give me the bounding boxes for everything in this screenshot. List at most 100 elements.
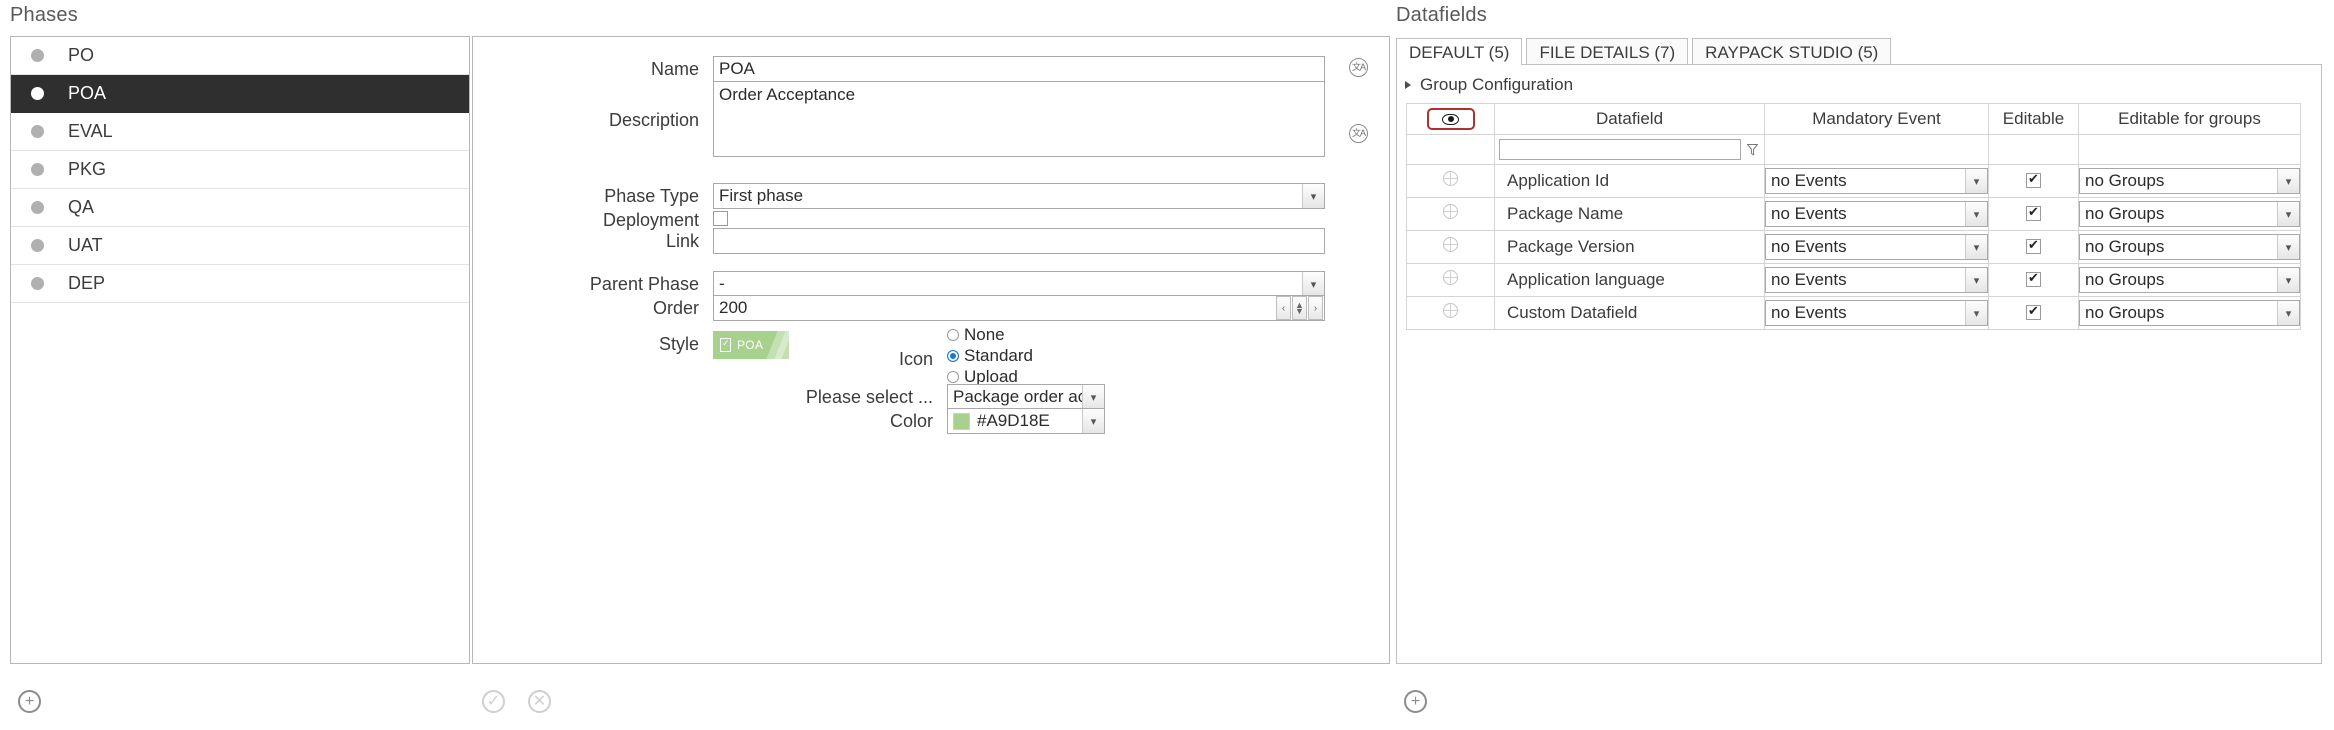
mandatory-event-value[interactable]: no Events (1765, 168, 1988, 194)
editable-groups-select[interactable]: no Groups ▾ (2079, 267, 2300, 293)
mandatory-event-value[interactable]: no Events (1765, 201, 1988, 227)
mandatory-event-select[interactable]: no Events ▾ (1765, 201, 1988, 227)
editable-checkbox[interactable] (2026, 272, 2041, 287)
order-prev-button[interactable]: ‹ (1276, 296, 1291, 320)
tab-file-details[interactable]: FILE DETAILS (7) (1526, 38, 1688, 65)
order-stepper[interactable]: 200 ‹ ▲ ▼ › (713, 295, 1325, 321)
editable-groups-value[interactable]: no Groups (2079, 300, 2300, 326)
chevron-down-icon[interactable]: ▾ (2277, 268, 2299, 292)
editable-checkbox[interactable] (2026, 305, 2041, 320)
phase-type-select[interactable]: First phase ▾ (713, 183, 1325, 209)
tab-raypack-studio[interactable]: RAYPACK STUDIO (5) (1692, 38, 1891, 65)
chevron-down-icon[interactable]: ▾ (1302, 184, 1324, 208)
mandatory-event-value[interactable]: no Events (1765, 234, 1988, 260)
table-row[interactable]: Application language no Events ▾ no Grou… (1407, 264, 2301, 297)
color-select[interactable]: #A9D18E ▾ (947, 408, 1105, 434)
mandatory-event-select[interactable]: no Events ▾ (1765, 267, 1988, 293)
globe-icon[interactable] (1443, 303, 1458, 318)
radio-icon-selected[interactable] (947, 350, 959, 362)
mandatory-event-select[interactable]: no Events ▾ (1765, 234, 1988, 260)
mandatory-event-value[interactable]: no Events (1765, 267, 1988, 293)
row-groups-cell: no Groups ▾ (2079, 165, 2301, 198)
description-textarea[interactable] (713, 81, 1325, 157)
parent-phase-value[interactable]: - (713, 271, 1325, 297)
order-next-button[interactable]: › (1308, 296, 1323, 320)
globe-icon[interactable] (1443, 204, 1458, 219)
eye-icon-button[interactable] (1427, 108, 1475, 130)
chevron-down-icon[interactable]: ▾ (1965, 268, 1987, 292)
tab-default[interactable]: DEFAULT (5) (1396, 38, 1522, 65)
deployment-checkbox[interactable] (713, 211, 728, 226)
col-mandatory-event[interactable]: Mandatory Event (1765, 104, 1989, 135)
phase-row[interactable]: QA (11, 189, 469, 227)
editable-groups-select[interactable]: no Groups ▾ (2079, 234, 2300, 260)
datafield-filter-input[interactable] (1499, 139, 1741, 160)
chevron-down-icon[interactable]: ▾ (1302, 272, 1324, 296)
confirm-button[interactable]: ✓ (482, 690, 505, 713)
chevron-down-icon[interactable]: ▾ (1965, 169, 1987, 193)
order-label: Order (473, 295, 713, 321)
phase-row[interactable]: EVAL (11, 113, 469, 151)
phase-row[interactable]: PKG (11, 151, 469, 189)
chevron-down-icon[interactable]: ▾ (1082, 409, 1104, 433)
phase-row[interactable]: POA (11, 75, 469, 113)
chevron-down-icon[interactable]: ▾ (1965, 301, 1987, 325)
table-row[interactable]: Package Name no Events ▾ no Groups ▾ (1407, 198, 2301, 231)
order-updown-button[interactable]: ▲ ▼ (1292, 296, 1307, 320)
globe-icon[interactable] (1443, 171, 1458, 186)
editable-groups-value[interactable]: no Groups (2079, 234, 2300, 260)
chevron-down-icon[interactable]: ▾ (2277, 202, 2299, 226)
filter-icon[interactable] (1746, 144, 1759, 156)
translate-icon[interactable]: 文A (1349, 58, 1368, 77)
editable-groups-select[interactable]: no Groups ▾ (2079, 300, 2300, 326)
cancel-button[interactable]: ✕ (528, 690, 551, 713)
editable-groups-value[interactable]: no Groups (2079, 267, 2300, 293)
phase-type-value[interactable]: First phase (713, 183, 1325, 209)
phase-row[interactable]: UAT (11, 227, 469, 265)
order-value[interactable]: 200 (714, 296, 1276, 320)
phase-row[interactable]: DEP (11, 265, 469, 303)
chevron-down-icon[interactable]: ▾ (1082, 385, 1104, 409)
editable-checkbox[interactable] (2026, 239, 2041, 254)
caret-down-icon[interactable]: ▼ (1295, 308, 1304, 314)
col-editable[interactable]: Editable (1989, 104, 2079, 135)
chevron-down-icon[interactable]: ▾ (2277, 169, 2299, 193)
add-datafield-button[interactable]: + (1404, 690, 1427, 713)
icon-radio-group[interactable]: None Standard Upload (947, 325, 1033, 387)
chevron-down-icon[interactable]: ▾ (1965, 235, 1987, 259)
table-row[interactable]: Application Id no Events ▾ no Groups ▾ (1407, 165, 2301, 198)
radio-icon[interactable] (947, 329, 959, 341)
mandatory-event-select[interactable]: no Events ▾ (1765, 168, 1988, 194)
icon-option-standard[interactable]: Standard (947, 346, 1033, 366)
datafields-table: Datafield Mandatory Event Editable Edita… (1406, 103, 2301, 330)
editable-groups-select[interactable]: no Groups ▾ (2079, 201, 2300, 227)
icon-select[interactable]: Package order acceptance ▾ (947, 384, 1105, 410)
col-datafield[interactable]: Datafield (1495, 104, 1765, 135)
chevron-down-icon[interactable]: ▾ (2277, 235, 2299, 259)
group-configuration-toggle[interactable]: Group Configuration (1397, 65, 2321, 103)
row-editable-cell (1989, 264, 2079, 297)
link-input[interactable] (713, 228, 1325, 254)
style-preview-badge[interactable]: POA (713, 331, 789, 359)
editable-checkbox[interactable] (2026, 206, 2041, 221)
editable-groups-value[interactable]: no Groups (2079, 168, 2300, 194)
chevron-down-icon[interactable]: ▾ (2277, 301, 2299, 325)
col-editable-for-groups[interactable]: Editable for groups (2079, 104, 2301, 135)
editable-checkbox[interactable] (2026, 173, 2041, 188)
translate-icon[interactable]: 文A (1349, 124, 1368, 143)
phase-row[interactable]: PO (11, 37, 469, 75)
table-row[interactable]: Custom Datafield no Events ▾ no Groups ▾ (1407, 297, 2301, 330)
table-row[interactable]: Package Version no Events ▾ no Groups ▾ (1407, 231, 2301, 264)
mandatory-event-value[interactable]: no Events (1765, 300, 1988, 326)
editable-groups-value[interactable]: no Groups (2079, 201, 2300, 227)
mandatory-event-select[interactable]: no Events ▾ (1765, 300, 1988, 326)
editable-groups-select[interactable]: no Groups ▾ (2079, 168, 2300, 194)
chevron-down-icon[interactable]: ▾ (1965, 202, 1987, 226)
radio-icon[interactable] (947, 371, 959, 383)
icon-option-none[interactable]: None (947, 325, 1033, 345)
parent-phase-select[interactable]: - ▾ (713, 271, 1325, 297)
add-phase-button[interactable]: + (18, 690, 41, 713)
name-input[interactable] (713, 56, 1325, 82)
globe-icon[interactable] (1443, 270, 1458, 285)
globe-icon[interactable] (1443, 237, 1458, 252)
